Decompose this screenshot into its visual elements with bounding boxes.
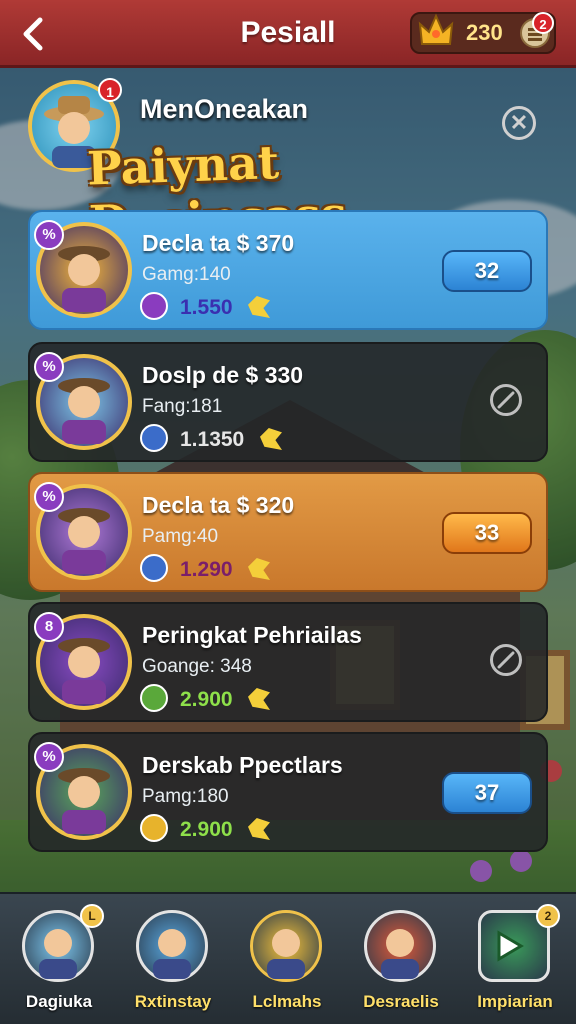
player-name: MenOneakan — [140, 94, 309, 124]
offer-subtitle: Gamg:140 — [142, 264, 231, 285]
sparkle-icon — [248, 558, 270, 580]
nav-badge: L — [80, 904, 104, 928]
top-bar: Pesiall 230 2 — [0, 0, 576, 68]
claim-button[interactable]: 33 — [442, 512, 532, 554]
gem-icon — [140, 424, 168, 452]
unavailable-icon — [490, 644, 522, 676]
discount-tag: % — [34, 482, 64, 512]
gem-icon — [140, 292, 168, 320]
bottom-nav: L Dagiuka Rxtinstay Lclmahs Desraelis 2 Impiar… — [0, 892, 576, 1024]
offer-value: 1.550 — [180, 296, 233, 319]
claim-button[interactable]: 32 — [442, 250, 532, 292]
offer-title: Peringkat Pehriailas — [142, 622, 362, 648]
gem-icon — [140, 814, 168, 842]
unavailable-icon — [490, 384, 522, 416]
nav-badge: 2 — [536, 904, 560, 928]
sparkle-icon — [248, 296, 270, 318]
nav-item[interactable]: Desraelis — [346, 902, 456, 1020]
offer-title: Decla ta $ 320 — [142, 492, 295, 518]
nav-item[interactable]: Lclmahs — [232, 902, 342, 1020]
offer-card[interactable]: 8 Peringkat Pehriailas Goange: 348 2.900 — [28, 602, 548, 722]
discount-tag: % — [34, 220, 64, 250]
alert-badge: 2 — [532, 12, 554, 34]
offer-value: 1.1350 — [180, 428, 245, 451]
nav-label: Rxtinstay — [134, 992, 212, 1011]
offer-value: 1.290 — [180, 558, 233, 581]
nav-label: Impiarian — [477, 992, 553, 1011]
coin-value: 230 — [466, 20, 503, 45]
crown-icon — [418, 13, 454, 45]
nav-item[interactable]: 2 Impiarian — [460, 902, 570, 1020]
back-button[interactable] — [18, 14, 52, 54]
nav-avatar — [364, 910, 436, 982]
nav-item[interactable]: Rxtinstay — [118, 902, 228, 1020]
nav-label: Dagiuka — [25, 992, 93, 1011]
nav-avatar — [250, 910, 322, 982]
offer-card[interactable]: % Derskab Ppectlars Pamg:180 2.900 37 — [28, 732, 548, 852]
nav-label: Lclmahs — [252, 992, 322, 1011]
page-title: Pesiall — [240, 15, 336, 49]
offer-value: 2.900 — [180, 818, 233, 841]
notification-badge: 1 — [98, 78, 122, 102]
discount-tag: % — [34, 352, 64, 382]
offer-title: Doslp de $ 330 — [142, 362, 304, 388]
offer-card[interactable]: % Decla ta $ 370 Gamg:140 1.550 32 — [28, 210, 548, 330]
nav-label: Desraelis — [363, 992, 439, 1011]
gem-icon — [140, 684, 168, 712]
claim-button[interactable]: 37 — [442, 772, 532, 814]
offer-title: Decla ta $ 370 — [142, 230, 295, 256]
sparkle-icon — [248, 818, 270, 840]
offer-subtitle: Pamg:40 — [142, 526, 219, 547]
offer-title: Derskab Ppectlars — [142, 752, 343, 778]
nav-avatar — [136, 910, 208, 982]
discount-tag: % — [34, 742, 64, 772]
gem-icon — [140, 554, 168, 582]
offer-subtitle: Pamg:180 — [142, 786, 229, 807]
scroll-menu-icon[interactable]: 2 — [520, 12, 554, 48]
sparkle-icon — [260, 428, 282, 450]
offer-card[interactable]: % Doslp de $ 330 Fang:181 1.1350 — [28, 342, 548, 462]
coin-counter[interactable]: 230 2 — [410, 12, 556, 54]
sparkle-icon — [248, 688, 270, 710]
chevron-left-icon — [23, 17, 43, 51]
nav-item[interactable]: L Dagiuka — [4, 902, 114, 1020]
offer-card[interactable]: % Decla ta $ 320 Pamg:40 1.290 33 — [28, 472, 548, 592]
player-header: 1 MenOneakan ✕ Paiynat Decincass — [22, 76, 552, 250]
offer-subtitle: Goange: 348 — [142, 656, 252, 677]
offer-subtitle: Fang:181 — [142, 396, 223, 417]
discount-tag: 8 — [34, 612, 64, 642]
offer-value: 2.900 — [180, 688, 233, 711]
